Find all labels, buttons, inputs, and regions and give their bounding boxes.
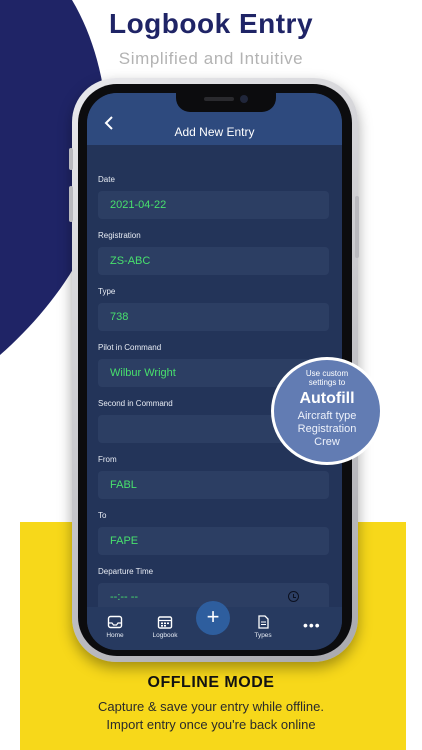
phone-side-button <box>69 148 73 170</box>
phone-notch <box>176 92 276 112</box>
date-label: Date <box>98 175 115 184</box>
speaker-grille <box>204 97 234 101</box>
autofill-title: Autofill <box>299 390 355 407</box>
inbox-icon <box>107 615 123 629</box>
tab-logbook[interactable]: Logbook <box>140 615 190 639</box>
phone-side-button <box>69 186 73 222</box>
registration-value: ZS-ABC <box>110 255 151 267</box>
add-entry-button[interactable]: + <box>196 601 230 635</box>
calendar-icon <box>157 616 173 629</box>
to-label: To <box>98 511 107 520</box>
offline-desc-line1: Capture & save your entry while offline. <box>98 699 324 714</box>
offline-mode-description: Capture & save your entry while offline.… <box>0 698 422 734</box>
autofill-intro: Use custom settings to <box>274 369 380 387</box>
from-label: From <box>98 455 117 464</box>
date-value: 2021-04-22 <box>110 199 167 211</box>
departure-time-label: Departure Time <box>98 567 154 576</box>
offline-desc-line2: Import entry once you're back online <box>106 717 316 732</box>
pilot-in-command-value: Wilbur Wright <box>110 367 176 379</box>
registration-label: Registration <box>98 231 141 240</box>
autofill-item-crew: Crew <box>314 436 340 448</box>
type-value: 738 <box>110 311 129 323</box>
clock-icon[interactable] <box>288 591 299 602</box>
autofill-intro-line1: Use custom <box>305 369 349 378</box>
tab-home[interactable]: Home <box>90 615 140 639</box>
bottom-tab-bar: Home Logbook + Types ••• <box>87 601 342 650</box>
front-camera <box>240 95 248 103</box>
type-label: Type <box>98 287 116 296</box>
more-options-icon[interactable]: ••• <box>303 617 321 633</box>
departure-time-value: --:-- -- <box>110 591 139 603</box>
document-icon <box>258 615 269 629</box>
autofill-badge: Use custom settings to Autofill Aircraft… <box>271 357 383 465</box>
date-field[interactable]: 2021-04-22 <box>98 191 329 219</box>
autofill-item-aircraft-type: Aircraft type <box>297 410 357 422</box>
autofill-intro-line2: settings to <box>308 378 346 387</box>
from-field[interactable]: FABL <box>98 471 329 499</box>
to-field[interactable]: FAPE <box>98 527 329 555</box>
phone-side-button <box>355 196 359 258</box>
type-field[interactable]: 738 <box>98 303 329 331</box>
page-title: Add New Entry <box>174 125 255 139</box>
from-value: FABL <box>110 479 137 491</box>
offline-mode-title: OFFLINE MODE <box>147 674 275 691</box>
tab-home-label: Home <box>106 632 124 639</box>
autofill-items: Aircraft type Registration Crew <box>274 410 380 449</box>
registration-field[interactable]: ZS-ABC <box>98 247 329 275</box>
to-value: FAPE <box>110 535 139 547</box>
second-in-command-label: Second in Command <box>98 399 173 408</box>
tab-types[interactable]: Types <box>238 615 288 639</box>
tab-types-label: Types <box>254 632 272 639</box>
promo-subhead: Simplified and Intuitive <box>118 49 304 68</box>
autofill-item-registration: Registration <box>297 423 357 435</box>
promo-headline: Logbook Entry <box>108 8 314 39</box>
tab-logbook-label: Logbook <box>152 632 178 639</box>
pilot-in-command-label: Pilot in Command <box>98 343 162 352</box>
